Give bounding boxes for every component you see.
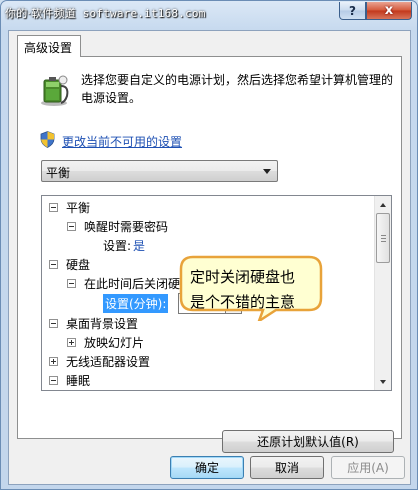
- tree-item-desktop-background[interactable]: 桌面背景设置: [49, 314, 138, 333]
- apply-button[interactable]: 应用(A): [331, 456, 405, 479]
- callout-text: 定时关闭硬盘也 是个不错的主意: [190, 268, 296, 311]
- collapse-icon[interactable]: [49, 319, 58, 328]
- expand-icon[interactable]: [67, 338, 76, 347]
- power-plan-dropdown[interactable]: 平衡: [41, 160, 278, 182]
- power-options-dialog: 你的·软件频道 software.it168.com ? x 高级设置 选择您要…: [0, 0, 418, 490]
- title-bar[interactable]: 你的·软件频道 software.it168.com ? x: [1, 1, 417, 29]
- scroll-down-button[interactable]: [375, 373, 391, 390]
- scroll-up-button[interactable]: [375, 196, 391, 213]
- tab-panel: 选择您要自定义的电源计划，然后选择您希望计算机管理的电源设置。 更改当前不可用的…: [17, 56, 402, 453]
- collapse-icon[interactable]: [49, 203, 58, 212]
- power-plan-icon: [41, 75, 69, 106]
- close-button[interactable]: x: [366, 2, 412, 20]
- change-unavailable-settings-link[interactable]: 更改当前不可用的设置: [62, 133, 182, 150]
- grip-line: [381, 238, 386, 239]
- callout-bubble: 定时关闭硬盘也 是个不错的主意: [171, 220, 331, 321]
- tree-item-sleep[interactable]: 睡眠: [49, 371, 90, 390]
- watermark-text: 你的·软件频道 software.it168.com: [5, 7, 206, 20]
- uac-shield-icon: [40, 131, 55, 148]
- expand-icon[interactable]: [49, 357, 58, 366]
- collapse-icon[interactable]: [49, 260, 58, 269]
- arrow-up-icon: [380, 202, 386, 207]
- scrollbar-thumb[interactable]: [376, 213, 390, 263]
- tab-advanced-settings[interactable]: 高级设置: [17, 35, 81, 57]
- collapse-icon[interactable]: [67, 222, 76, 231]
- tree-item-wireless[interactable]: 无线适配器设置: [49, 352, 150, 371]
- collapse-icon[interactable]: [67, 279, 76, 288]
- tree-item-minutes-setting[interactable]: 设置(分钟):: [103, 294, 169, 313]
- arrow-down-icon: [380, 379, 386, 384]
- power-plan-selected: 平衡: [46, 166, 71, 180]
- collapse-icon[interactable]: [49, 376, 58, 385]
- minutes-label: 设置(分钟):: [103, 294, 169, 313]
- help-button[interactable]: ?: [339, 2, 366, 20]
- grip-line: [381, 241, 386, 242]
- tree-item-wake-password[interactable]: 唤醒时需要密码: [67, 217, 168, 236]
- help-icon: ?: [349, 3, 356, 18]
- tree-item-slideshow[interactable]: 放映幻灯片: [67, 333, 144, 352]
- tree-item-hard-disk[interactable]: 硬盘: [49, 255, 90, 274]
- cancel-button[interactable]: 取消: [250, 456, 324, 479]
- grip-line: [381, 235, 386, 236]
- tree-scrollbar[interactable]: [374, 196, 391, 390]
- chevron-down-icon: [263, 169, 271, 174]
- ok-button[interactable]: 确定: [170, 456, 244, 479]
- tree-item-balanced[interactable]: 平衡: [49, 198, 90, 217]
- close-icon: x: [384, 3, 394, 18]
- dialog-body: 高级设置 选择您要自定义的电源计划，然后选择您希望计算机管理的电源设置。 更改当…: [8, 30, 411, 485]
- restore-defaults-button[interactable]: 还原计划默认值(R): [222, 430, 394, 453]
- wake-setting-value[interactable]: 是: [133, 237, 145, 254]
- tree-item-wake-setting[interactable]: 设置: 是: [103, 236, 145, 255]
- intro-text: 选择您要自定义的电源计划，然后选择您希望计算机管理的电源设置。: [81, 73, 394, 105]
